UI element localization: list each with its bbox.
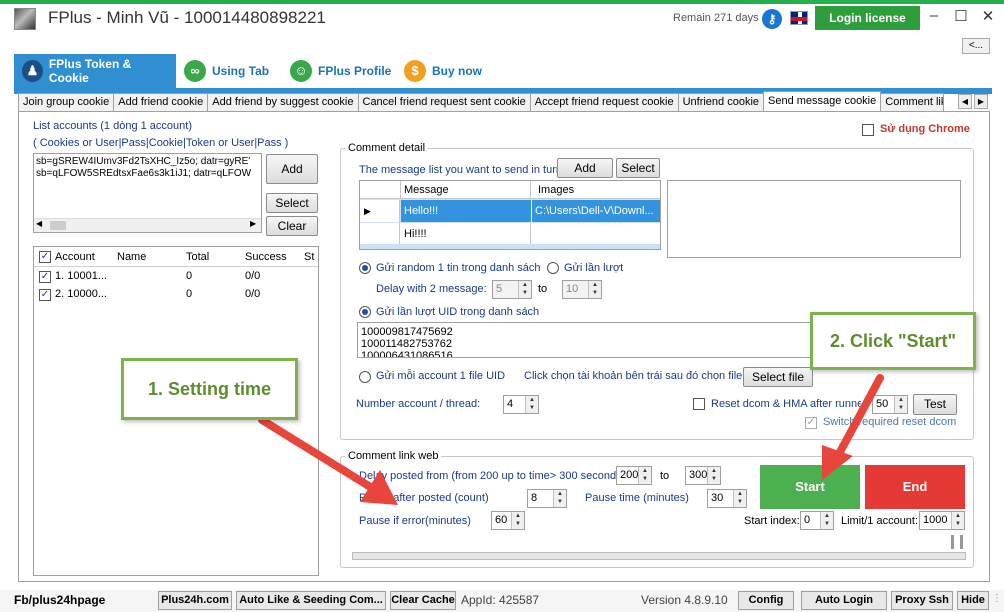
arrow-to-start <box>836 374 884 456</box>
auto-login-button[interactable]: Auto Login <box>801 591 887 610</box>
hide-button[interactable]: Hide <box>957 591 989 610</box>
setting-time-callout: 1. Setting time <box>121 358 298 420</box>
version-label: Version 4.8.9.10 <box>641 593 728 607</box>
clear-cache-button[interactable]: Clear Cache <box>390 591 456 610</box>
config-button[interactable]: Config <box>738 591 794 610</box>
resize-grip-icon[interactable]: ⋮ <box>992 593 1002 604</box>
fb-page-label[interactable]: Fb/plus24hpage <box>14 593 105 607</box>
click-start-callout: 2. Click "Start" <box>810 312 976 370</box>
arrow-to-pause-settings <box>258 416 376 492</box>
annotation-arrows <box>258 374 884 505</box>
auto-like-button[interactable]: Auto Like & Seeding Com... <box>236 591 386 610</box>
appid-label: AppId: 425587 <box>461 593 540 607</box>
plus24h-button[interactable]: Plus24h.com <box>158 591 232 610</box>
proxy-ssh-button[interactable]: Proxy Ssh <box>891 591 953 610</box>
